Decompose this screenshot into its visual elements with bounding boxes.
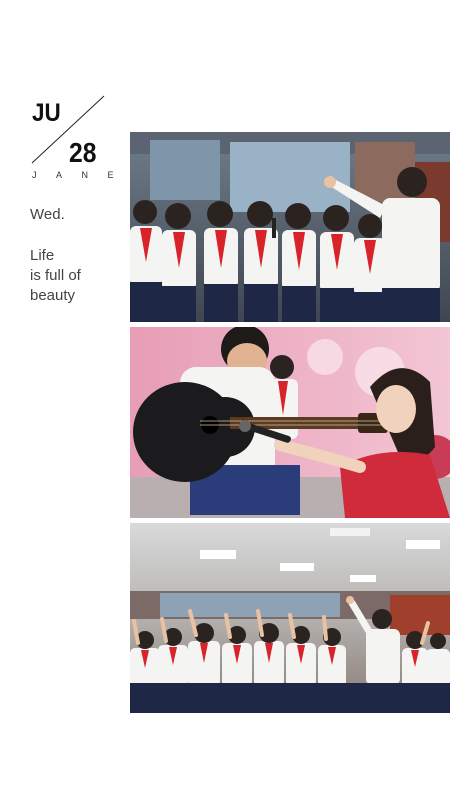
- choir-stage-image: [130, 523, 450, 713]
- date-block: JU 28 JANE: [30, 95, 114, 185]
- photo-choir-singing: [130, 132, 450, 322]
- motto-text: Life is full of beauty: [30, 246, 81, 306]
- motto-line-1: Life: [30, 247, 55, 264]
- motto-line-2: is full of: [30, 267, 81, 284]
- choir-children-row: [130, 200, 386, 322]
- choir-singing-image: [130, 132, 450, 322]
- weekday-label: Wed.: [30, 206, 65, 223]
- date-day: 28: [69, 137, 97, 168]
- motto-line-3: beauty: [30, 287, 76, 304]
- date-name: JANE: [32, 170, 134, 180]
- photo-choir-stage: [130, 523, 450, 713]
- photo-guitar-performance: [130, 327, 450, 518]
- date-month: JU: [32, 99, 61, 127]
- guitar-performance-image: [130, 327, 450, 518]
